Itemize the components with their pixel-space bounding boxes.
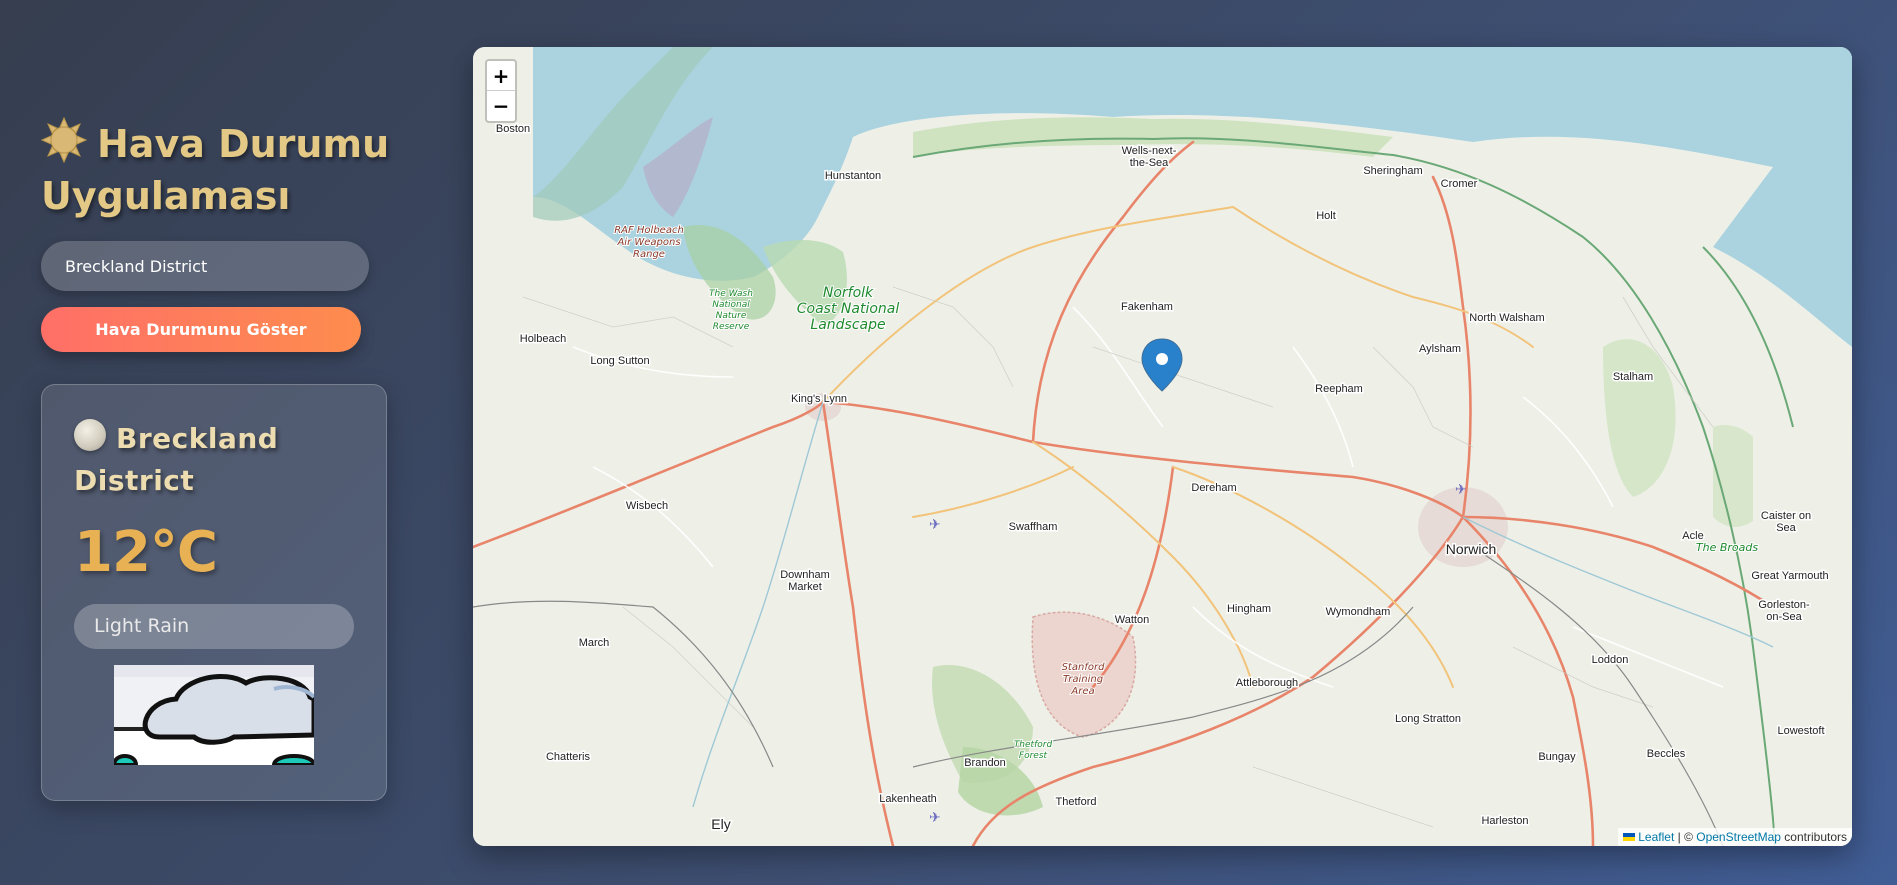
- app-title: Hava Durumu Uygulaması: [41, 117, 411, 222]
- place-label: Downham: [780, 569, 830, 581]
- place-label: Long Sutton: [590, 355, 649, 367]
- place-label: Norwich: [1446, 541, 1497, 557]
- nature-label: Landscape: [810, 317, 885, 333]
- place-label: Boston: [496, 123, 530, 135]
- place-label: Ely: [711, 816, 730, 832]
- leaflet-link[interactable]: Leaflet: [1638, 830, 1674, 844]
- place-label: March: [579, 637, 610, 649]
- moon-icon: [74, 419, 106, 451]
- area-label: Stanford: [1062, 662, 1105, 673]
- nature-label: Nature: [716, 311, 747, 321]
- place-label: Wymondham: [1326, 606, 1391, 618]
- weather-description: Light Rain: [74, 604, 354, 649]
- place-label: Great Yarmouth: [1751, 570, 1828, 582]
- weather-city: Breckland District: [74, 418, 364, 502]
- place-label: Holt: [1316, 210, 1336, 222]
- place-label: Stalham: [1613, 371, 1653, 383]
- place-label: Wells-next-: [1122, 145, 1177, 157]
- area-label: Air Weapons: [616, 237, 680, 248]
- place-label: Dereham: [1191, 482, 1236, 494]
- weather-temperature: 12°C: [74, 520, 218, 585]
- attribution-suffix: contributors: [1780, 830, 1847, 844]
- nature-label: Coast National: [797, 301, 900, 317]
- cloud-rain-icon: [114, 665, 314, 765]
- place-label: Caister on: [1761, 510, 1811, 522]
- place-label: King's Lynn: [791, 393, 847, 405]
- airport-icon: ✈: [929, 810, 941, 826]
- place-label: Attleborough: [1236, 677, 1298, 689]
- show-weather-button[interactable]: Hava Durumunu Göster: [41, 307, 361, 352]
- nature-label: National: [712, 300, 750, 310]
- place-label: Wisbech: [626, 500, 668, 512]
- place-label: Gorleston-: [1758, 599, 1810, 611]
- place-label: Reepham: [1315, 383, 1363, 395]
- ukraine-flag-icon: [1623, 833, 1636, 841]
- place-label: Sheringham: [1363, 165, 1422, 177]
- place-label: Swaffham: [1009, 521, 1058, 533]
- sun-icon: [41, 117, 87, 163]
- place-label: Harleston: [1481, 815, 1528, 827]
- place-label: Fakenham: [1121, 301, 1173, 313]
- weather-image: [114, 665, 314, 765]
- zoom-control: + −: [485, 59, 517, 123]
- nature-label: Thetford: [1014, 740, 1053, 750]
- nature-label: Forest: [1019, 751, 1048, 761]
- place-label: Sea: [1776, 522, 1796, 534]
- app-title-text: Hava Durumu Uygulaması: [41, 122, 390, 218]
- place-label: Holbeach: [520, 333, 566, 345]
- nature-label: The Wash: [709, 289, 753, 299]
- place-label: Chatteris: [546, 751, 591, 763]
- place-label: Cromer: [1441, 178, 1478, 190]
- airport-icon: ✈: [1455, 482, 1467, 498]
- zoom-in-button[interactable]: +: [487, 61, 515, 91]
- area-label: Range: [633, 249, 665, 260]
- place-label: North Walsham: [1469, 312, 1544, 324]
- map[interactable]: ✈ ✈ ✈ Boston Hunstanton Wells-next- the-…: [473, 47, 1852, 846]
- area-label: RAF Holbeach: [614, 225, 684, 236]
- map-tiles: ✈ ✈ ✈ Boston Hunstanton Wells-next- the-…: [473, 47, 1852, 846]
- place-label: the-Sea: [1130, 157, 1169, 169]
- nature-label: Norfolk: [823, 285, 874, 301]
- place-label: Watton: [1115, 614, 1149, 626]
- airport-icon: ✈: [929, 517, 941, 533]
- place-label: Beccles: [1647, 748, 1686, 760]
- place-label: Thetford: [1056, 796, 1097, 808]
- area-label: Training: [1063, 674, 1103, 685]
- place-label: Brandon: [964, 757, 1006, 769]
- nature-label: Reserve: [713, 322, 750, 332]
- nature-label: The Broads: [1696, 541, 1758, 554]
- place-label: Market: [788, 581, 822, 593]
- place-label: Bungay: [1538, 751, 1576, 763]
- zoom-out-button[interactable]: −: [487, 91, 515, 121]
- place-label: Lakenheath: [879, 793, 937, 805]
- city-input[interactable]: [41, 241, 369, 291]
- place-label: Hingham: [1227, 603, 1271, 615]
- place-label: Aylsham: [1419, 343, 1461, 355]
- area-label: Area: [1070, 686, 1094, 697]
- weather-card: Breckland District 12°C Light Rain: [41, 384, 387, 801]
- attribution-separator: | ©: [1674, 830, 1697, 844]
- map-attribution: Leaflet | © OpenStreetMap contributors: [1618, 828, 1852, 846]
- place-label: Hunstanton: [825, 170, 881, 182]
- place-label: Loddon: [1592, 654, 1629, 666]
- place-label: on-Sea: [1766, 611, 1802, 623]
- openstreetmap-link[interactable]: OpenStreetMap: [1696, 830, 1781, 844]
- place-label: Long Stratton: [1395, 713, 1461, 725]
- place-label: Lowestoft: [1777, 725, 1824, 737]
